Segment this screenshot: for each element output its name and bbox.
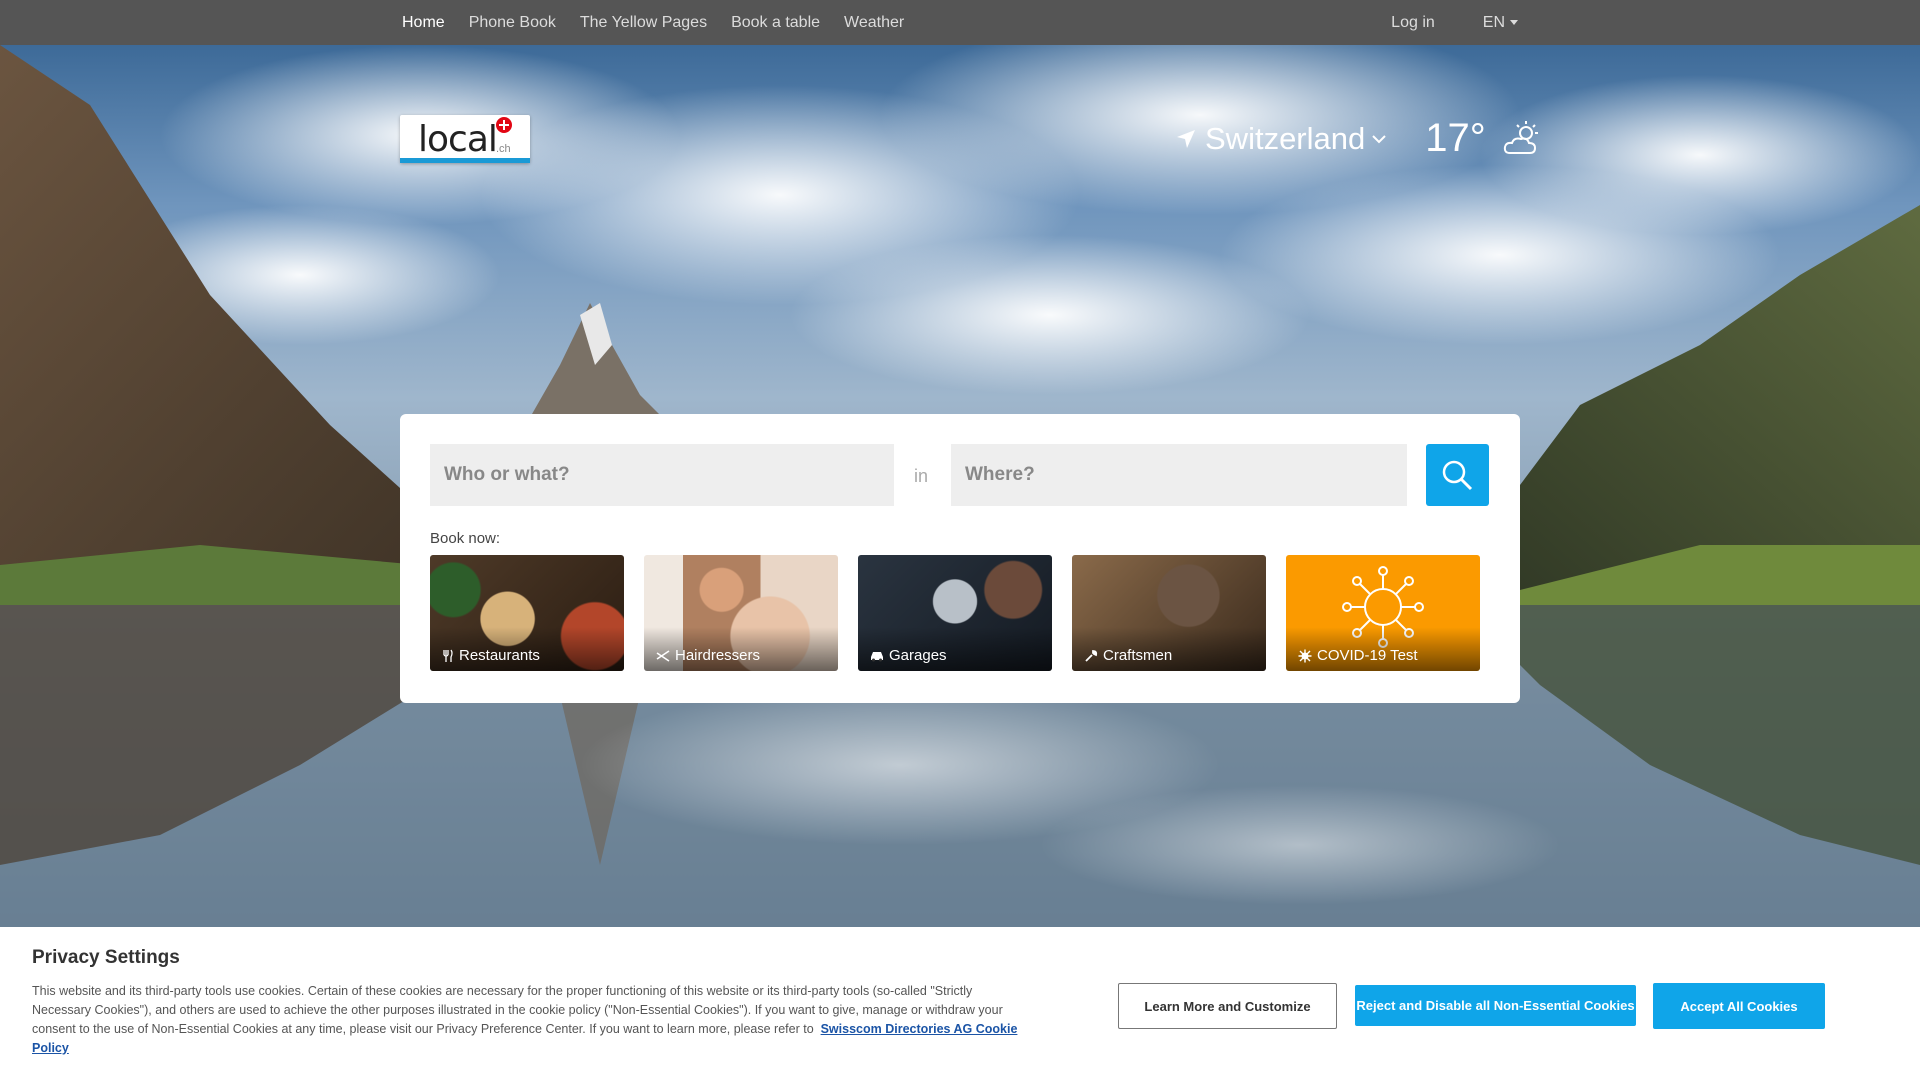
- top-navigation: Home Phone Book The Yellow Pages Book a …: [0, 0, 1920, 45]
- nav-book-table[interactable]: Book a table: [731, 14, 820, 32]
- search-card: in Book now: Restaurants Hairdressers: [400, 414, 1520, 703]
- location-weather: Switzerland 17°: [1175, 116, 1542, 161]
- nav-phone-book[interactable]: Phone Book: [469, 14, 556, 32]
- scissors-icon: [656, 649, 670, 662]
- nav-right: Log in EN: [1367, 0, 1518, 45]
- logo-underline: [400, 158, 530, 163]
- booking-tiles: Restaurants Hairdressers Garages Craftsm…: [430, 555, 1500, 671]
- tile-covid-test[interactable]: COVID-19 Test: [1286, 555, 1480, 671]
- tile-craftsmen[interactable]: Craftsmen: [1072, 555, 1266, 671]
- fork-knife-icon: [443, 649, 453, 662]
- chevron-down-icon[interactable]: [1371, 133, 1387, 145]
- tile-caption: Garages: [870, 647, 947, 664]
- tile-caption: Hairdressers: [656, 647, 760, 664]
- tile-label: COVID-19 Test: [1317, 647, 1418, 664]
- cookie-text: This website and its third-party tools u…: [32, 982, 1027, 1058]
- partly-cloudy-icon[interactable]: [1502, 119, 1542, 159]
- book-now-label: Book now:: [430, 530, 501, 547]
- tile-hairdressers[interactable]: Hairdressers: [644, 555, 838, 671]
- nav-weather[interactable]: Weather: [844, 14, 904, 32]
- location-arrow-icon[interactable]: [1175, 128, 1197, 150]
- location-selector[interactable]: Switzerland: [1205, 121, 1365, 157]
- tile-label: Craftsmen: [1103, 647, 1173, 664]
- swiss-cross-icon: [496, 117, 512, 133]
- temperature: 17°: [1425, 116, 1486, 160]
- tile-restaurants[interactable]: Restaurants: [430, 555, 624, 671]
- tile-label: Hairdressers: [675, 647, 761, 664]
- search-icon: [1442, 460, 1473, 491]
- virus-icon: [1298, 649, 1312, 662]
- main-nav: Home Phone Book The Yellow Pages Book a …: [402, 0, 928, 45]
- car-icon: [871, 651, 883, 661]
- nav-home[interactable]: Home: [402, 14, 445, 32]
- tile-label: Garages: [889, 647, 947, 664]
- wrench-icon: [1085, 649, 1098, 662]
- local-ch-logo[interactable]: local .ch: [400, 115, 530, 163]
- tile-caption: Restaurants: [442, 647, 540, 664]
- tile-caption: Craftsmen: [1084, 647, 1172, 664]
- learn-more-button[interactable]: Learn More and Customize: [1118, 983, 1337, 1029]
- nav-yellow-pages[interactable]: The Yellow Pages: [580, 14, 707, 32]
- language-label: EN: [1482, 13, 1505, 31]
- caret-down-icon: [1510, 19, 1518, 25]
- accept-cookies-button[interactable]: Accept All Cookies: [1653, 983, 1825, 1029]
- search-button[interactable]: [1426, 444, 1489, 506]
- logo-word: local: [418, 119, 498, 160]
- login-link[interactable]: Log in: [1391, 14, 1435, 32]
- tile-garages[interactable]: Garages: [858, 555, 1052, 671]
- logo-suffix: .ch: [496, 143, 511, 155]
- tile-label: Restaurants: [459, 647, 540, 664]
- where-input[interactable]: [951, 444, 1407, 506]
- who-what-input[interactable]: [430, 444, 894, 506]
- language-selector[interactable]: EN: [1459, 14, 1518, 32]
- cookie-title: Privacy Settings: [32, 947, 180, 968]
- cookie-banner: Privacy Settings This website and its th…: [0, 927, 1920, 1080]
- tile-caption: COVID-19 Test: [1298, 647, 1418, 664]
- reject-cookies-button[interactable]: Reject and Disable all Non-Essential Coo…: [1355, 985, 1636, 1026]
- in-label: in: [914, 466, 929, 486]
